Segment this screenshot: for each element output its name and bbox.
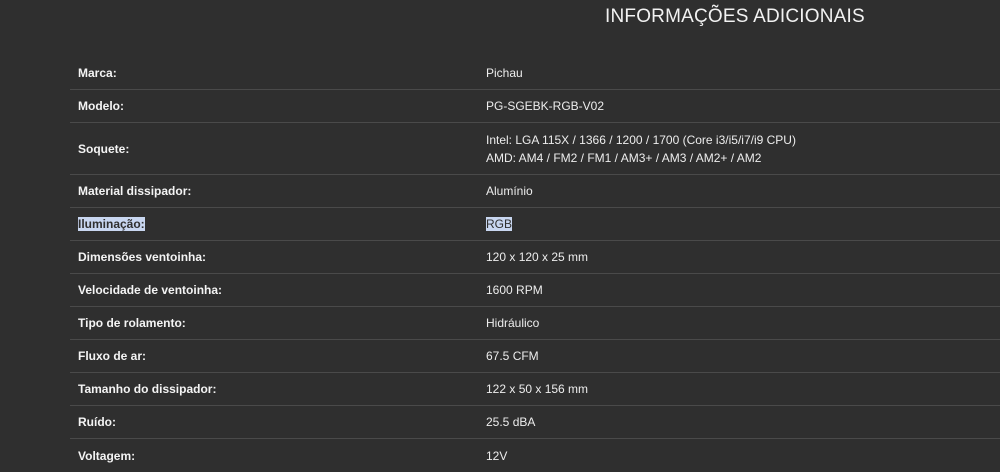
spec-value-line: 122 x 50 x 156 mm (486, 382, 589, 396)
spec-row-velocidade: Velocidade de ventoinha: 1600 RPM (70, 274, 1000, 307)
spec-row-voltagem: Voltagem: 12V (70, 439, 1000, 472)
spec-label: Voltagem: (78, 448, 136, 463)
spec-value: Intel: LGA 115X / 1366 / 1200 / 1700 (Co… (486, 131, 1000, 167)
spec-label: Tipo de rolamento: (78, 316, 186, 330)
spec-value-line: 1600 RPM (486, 283, 543, 297)
spec-value-line: AMD: AM4 / FM2 / FM1 / AM3+ / AM3 / AM2+… (486, 150, 762, 165)
spec-row-dimensoes: Dimensões ventoinha: 120 x 120 x 25 mm (70, 241, 1000, 274)
spec-value-line: 120 x 120 x 25 mm (486, 250, 589, 264)
spec-value: PG-SGEBK-RGB-V02 (486, 97, 1000, 115)
spec-label: Ruído: (78, 415, 116, 429)
selected-text[interactable]: RGB (486, 217, 513, 231)
spec-value: 12V (486, 447, 1000, 465)
spec-row-soquete: Soquete: Intel: LGA 115X / 1366 / 1200 /… (70, 123, 1000, 175)
spec-value: 67.5 CFM (486, 347, 1000, 365)
spec-value-line: Intel: LGA 115X / 1366 / 1200 / 1700 (Co… (486, 132, 796, 147)
spec-value: Alumínio (486, 182, 1000, 200)
spec-label: Tamanho do dissipador: (78, 382, 217, 396)
spec-label: Marca: (78, 66, 117, 80)
spec-row-iluminacao: Iluminação: RGB (70, 208, 1000, 241)
spec-label: Material dissipador: (78, 184, 192, 198)
spec-row-rolamento: Tipo de rolamento: Hidráulico (70, 307, 1000, 340)
spec-value-line: PG-SGEBK-RGB-V02 (486, 99, 605, 113)
spec-value-line: 25.5 dBA (486, 415, 536, 429)
spec-value: 120 x 120 x 25 mm (486, 248, 1000, 266)
spec-label: Modelo: (78, 99, 124, 113)
spec-label: Dimensões ventoinha: (78, 250, 207, 264)
spec-row-tamanho: Tamanho do dissipador: 122 x 50 x 156 mm (70, 373, 1000, 406)
specs-table: Marca: Pichau Modelo: PG-SGEBK-RGB-V02 S… (70, 57, 1000, 472)
selected-text[interactable]: Iluminação: (78, 217, 145, 231)
spec-row-ruido: Ruído: 25.5 dBA (70, 406, 1000, 439)
spec-row-modelo: Modelo: PG-SGEBK-RGB-V02 (70, 90, 1000, 123)
spec-label: Velocidade de ventoinha: (78, 283, 223, 297)
section-title: INFORMAÇÕES ADICIONAIS (605, 6, 865, 27)
spec-label: Fluxo de ar: (78, 349, 147, 363)
spec-value-line: 67.5 CFM (486, 349, 539, 363)
spec-value-line: Pichau (486, 66, 523, 80)
spec-value-line: Alumínio (486, 184, 533, 198)
spec-value: 122 x 50 x 156 mm (486, 380, 1000, 398)
spec-value: RGB (486, 215, 1000, 233)
spec-row-material: Material dissipador: Alumínio (70, 175, 1000, 208)
spec-value-line: 12V (486, 448, 508, 463)
spec-value-line: Hidráulico (486, 316, 540, 330)
spec-row-marca: Marca: Pichau (70, 57, 1000, 90)
spec-value: Hidráulico (486, 314, 1000, 332)
spec-value: 1600 RPM (486, 281, 1000, 299)
spec-label: Soquete: (78, 141, 130, 156)
spec-value: Pichau (486, 64, 1000, 82)
spec-value: 25.5 dBA (486, 413, 1000, 431)
spec-row-fluxo: Fluxo de ar: 67.5 CFM (70, 340, 1000, 373)
spec-label: Iluminação: (70, 217, 486, 231)
